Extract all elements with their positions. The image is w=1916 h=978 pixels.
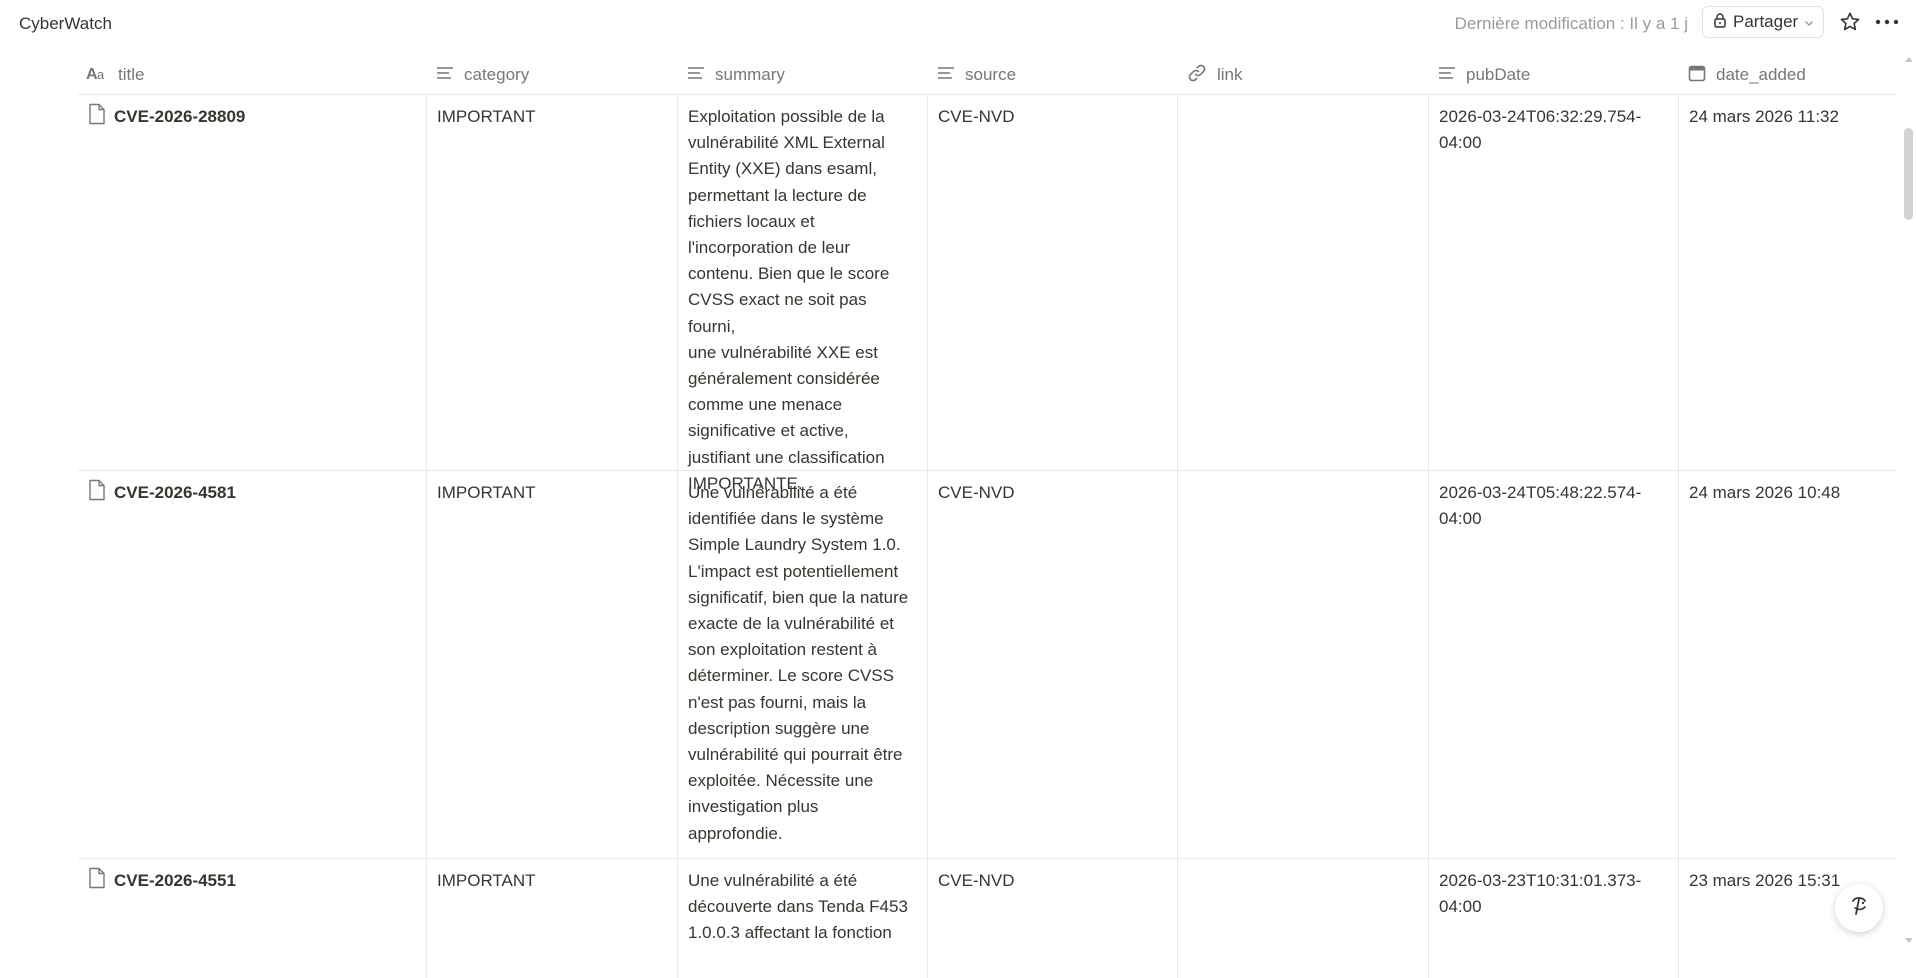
column-label: summary [715,65,785,84]
text-lines-icon [436,65,454,85]
scroll-up-arrow-icon[interactable] [1902,52,1916,64]
cell-source[interactable]: CVE-NVD [927,94,1177,470]
text-lines-icon [1438,65,1456,85]
top-bar: CyberWatch Dernière modification : Il y … [0,0,1916,46]
cell-title[interactable]: CVE-2026-28809 [78,94,426,470]
cell-date-added[interactable]: 24 mars 2026 10:48 [1678,470,1896,858]
cell-source[interactable]: CVE-NVD [927,858,1177,978]
row-title[interactable]: CVE-2026-4581 [114,480,236,506]
cell-category[interactable]: IMPORTANT [426,94,677,470]
column-header-title[interactable]: Aa title [78,56,426,94]
cell-pubdate[interactable]: 2026-03-24T06:32:29.754- 04:00 [1428,94,1678,470]
cell-link[interactable] [1177,470,1428,858]
cell-date-added[interactable]: 24 mars 2026 11:32 [1678,94,1896,470]
column-header-source[interactable]: source [927,56,1177,94]
column-label: pubDate [1466,65,1531,84]
share-label: Partager [1733,12,1799,31]
chevron-down-icon [1804,12,1814,32]
column-label: link [1217,65,1243,84]
cell-link[interactable] [1177,858,1428,978]
row-title[interactable]: CVE-2026-28809 [114,104,245,130]
row-title[interactable]: CVE-2026-4551 [114,868,236,894]
cell-pubdate[interactable]: 2026-03-23T10:31:01.373- 04:00 [1428,858,1678,978]
scrollbar-thumb[interactable] [1904,128,1913,220]
lock-icon [1713,12,1727,33]
calendar-icon [1688,64,1706,87]
column-header-category[interactable]: category [426,56,677,94]
column-header-summary[interactable]: summary [677,56,927,94]
text-lines-icon [687,65,705,85]
column-label: source [965,65,1017,84]
column-header-link[interactable]: link [1177,56,1428,94]
scroll-down-arrow-icon[interactable] [1902,934,1916,946]
cell-title[interactable]: CVE-2026-4581 [78,470,426,858]
table-row[interactable]: CVE-2026-28809 IMPORTANT Exploitation po… [78,94,1896,493]
page-document-icon [88,867,106,897]
page-document-icon [88,103,106,133]
share-button[interactable]: Partager [1702,6,1824,38]
cell-summary[interactable]: Exploitation possible de la vulnérabilit… [677,94,927,493]
cell-category[interactable]: IMPORTANT [426,858,677,978]
assistant-face-icon [1845,892,1873,925]
column-header-pubdate[interactable]: pubDate [1428,56,1678,94]
cell-link[interactable] [1177,94,1428,470]
link-icon [1187,64,1207,87]
cell-category[interactable]: IMPORTANT [426,470,677,858]
title-aa-icon: Aa [86,65,108,86]
table-row[interactable]: CVE-2026-4581 IMPORTANT Une vulnérabilit… [78,470,1896,859]
assistant-help-button[interactable] [1835,884,1883,932]
page-document-icon [88,479,106,509]
more-options-icon[interactable] [1874,10,1900,34]
column-label: title [118,65,145,84]
cell-summary[interactable]: Une vulnérabilité a été découverte dans … [677,858,927,978]
favorite-star-icon[interactable] [1838,10,1862,34]
page-title[interactable]: CyberWatch [19,14,112,34]
column-label: date_added [1716,65,1806,84]
svg-text:a: a [97,67,105,81]
cell-pubdate[interactable]: 2026-03-24T05:48:22.574- 04:00 [1428,470,1678,858]
cell-summary[interactable]: Une vulnérabilité a été identifiée dans … [677,470,927,858]
cell-title[interactable]: CVE-2026-4551 [78,858,426,978]
table-header: Aa title category summary source link pu… [78,56,1896,95]
column-header-date-added[interactable]: date_added [1678,56,1896,94]
column-label: category [464,65,530,84]
table-row[interactable]: CVE-2026-4551 IMPORTANT Une vulnérabilit… [78,858,1896,978]
text-lines-icon [937,65,955,85]
cell-source[interactable]: CVE-NVD [927,470,1177,858]
last-modified-text: Dernière modification : Il y a 1 j [1454,14,1688,33]
